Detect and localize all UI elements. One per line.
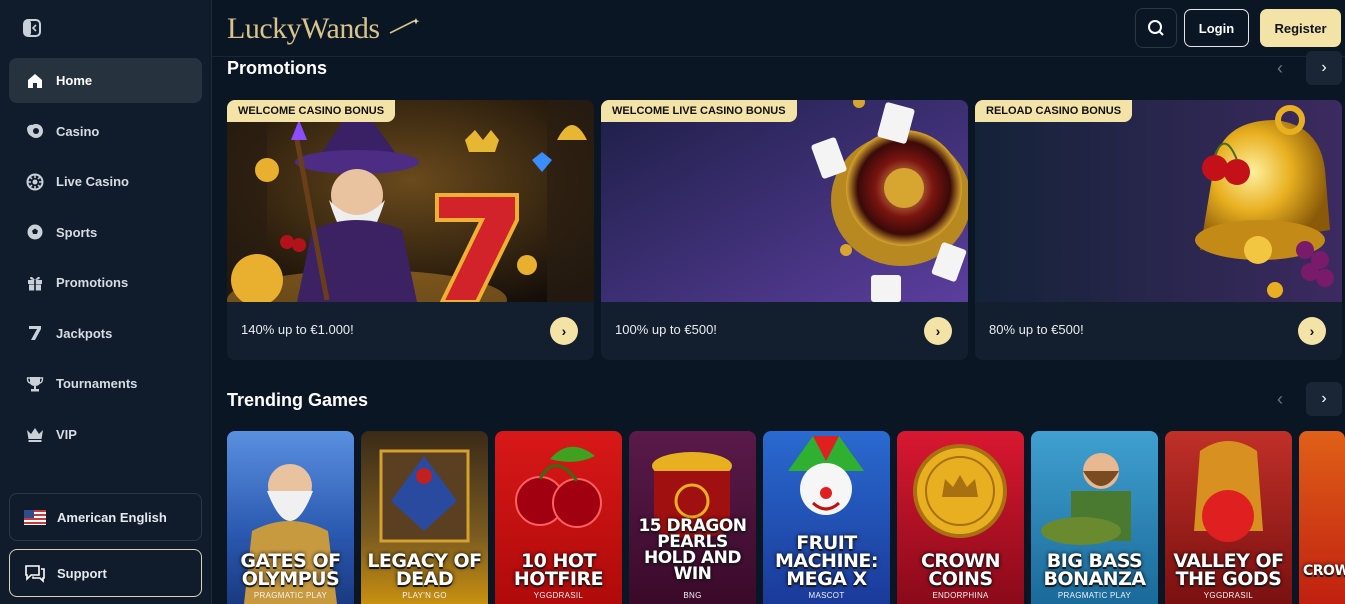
promo-tag: WELCOME LIVE CASINO BONUS [601, 100, 797, 122]
sidebar-item-label: Promotions [56, 275, 129, 290]
chevron-right-icon: › [1309, 323, 1315, 339]
game-card[interactable]: BIG BASS BONANZA PRAGMATIC PLAY [1031, 431, 1158, 604]
game-title: CROWN HOLD [1303, 563, 1345, 579]
game-title: 15 DRAGON PEARLS HOLD AND WIN [638, 516, 747, 584]
sidebar-item-label: Tournaments [56, 376, 138, 391]
support-label: Support [57, 565, 107, 581]
sidebar-item-home[interactable]: Home [9, 58, 202, 103]
seven-icon [25, 323, 45, 343]
chevron-left-icon: ‹ [1277, 57, 1283, 78]
trending-prev-button[interactable]: ‹ [1265, 384, 1295, 414]
game-title: BIG BASS BONANZA [1043, 550, 1146, 590]
sidebar-item-vip[interactable]: VIP [9, 412, 202, 457]
game-card[interactable]: CROWN COINS ENDORPHINA [897, 431, 1024, 604]
roulette-promo-image [601, 100, 968, 302]
sidebar-item-label: Live Casino [56, 174, 129, 189]
soccer-ball-icon [25, 222, 45, 242]
language-selector[interactable]: American English [9, 493, 202, 541]
game-title: GATES OF OLYMPUS [240, 550, 341, 590]
promo-text: 80% up to €500! [989, 322, 1084, 337]
promotions-next-button[interactable]: › [1306, 51, 1342, 85]
support-button[interactable]: Support [9, 549, 202, 597]
site-logo[interactable]: LuckyWands [227, 12, 380, 46]
us-flag-icon [24, 508, 46, 526]
game-card[interactable]: LEGACY OF DEAD PLAY'N GO [361, 431, 488, 604]
casino-chip-icon [25, 121, 45, 141]
game-provider: YGGDRASIL [1203, 591, 1254, 600]
promo-go-button[interactable]: › [1298, 317, 1326, 345]
game-card[interactable]: GATES OF OLYMPUS PRAGMATIC PLAY [227, 431, 354, 604]
game-provider: MASCOT [808, 591, 845, 600]
sidebar-item-label: Sports [56, 224, 98, 240]
game-title: CROWN COINS [920, 550, 1001, 590]
promo-go-button[interactable]: › [550, 317, 578, 345]
promo-card[interactable]: RELOAD CASINO BONUS 80% up to €500! › [975, 100, 1342, 360]
home-icon [25, 71, 45, 91]
game-card[interactable]: VALLEY OF THE GODS YGGDRASIL [1165, 431, 1292, 604]
chevron-left-icon: ‹ [1277, 388, 1283, 409]
game-card[interactable]: CROWN HOLD [1299, 431, 1345, 604]
game-title: VALLEY OF THE GODS [1173, 550, 1284, 590]
promo-text: 100% up to €500! [615, 322, 717, 337]
game-card[interactable]: 10 HOT HOTFIRE YGGDRASIL [495, 431, 622, 604]
game-title: FRUIT MACHINE: MEGA X [774, 532, 879, 590]
game-title: LEGACY OF DEAD [367, 550, 482, 590]
promo-go-button[interactable]: › [924, 317, 952, 345]
promo-text: 140% up to €1.000! [241, 322, 354, 337]
chat-bubble-icon [24, 564, 46, 583]
app-root: Home Casino Live Casino Sports Promotion… [0, 0, 1345, 604]
game-provider: ENDORPHINA [932, 591, 989, 600]
trophy-icon [25, 374, 45, 394]
game-provider: PRAGMATIC PLAY [253, 591, 328, 600]
sidebar-item-live-casino[interactable]: Live Casino [9, 159, 202, 204]
trending-next-button[interactable]: › [1306, 382, 1342, 416]
sidebar: Home Casino Live Casino Sports Promotion… [0, 0, 212, 604]
chevron-right-icon: › [1321, 390, 1327, 407]
game-card[interactable]: FRUIT MACHINE: MEGA X MASCOT [763, 431, 890, 604]
game-title: 10 HOT HOTFIRE [513, 550, 604, 590]
wand-icon [389, 18, 420, 34]
game-provider: BNG [683, 591, 702, 600]
promo-card[interactable]: WELCOME LIVE CASINO BONUS 100% up to €50… [601, 100, 968, 360]
promo-tag: RELOAD CASINO BONUS [975, 100, 1133, 122]
wizard-promo-image [227, 100, 594, 302]
sidebar-collapse-icon[interactable] [22, 18, 42, 38]
chevron-right-icon: › [561, 323, 567, 339]
sidebar-item-label: Home [56, 73, 93, 88]
sidebar-item-label: VIP [56, 426, 77, 442]
search-button[interactable] [1135, 8, 1177, 48]
promo-card[interactable]: WELCOME CASINO BONUS 140% up to €1.000! … [227, 100, 594, 360]
game-provider: YGGDRASIL [533, 591, 584, 600]
chevron-right-icon: › [1321, 59, 1327, 76]
promo-tag: WELCOME CASINO BONUS [227, 100, 396, 122]
sidebar-item-jackpots[interactable]: Jackpots [9, 311, 202, 356]
search-icon [1148, 20, 1164, 36]
language-label: American English [57, 509, 167, 525]
crown-icon [25, 424, 45, 444]
login-button[interactable]: Login [1184, 9, 1249, 47]
sidebar-item-label: Casino [56, 123, 100, 139]
roulette-icon [25, 172, 45, 192]
sidebar-item-casino[interactable]: Casino [9, 109, 202, 154]
sidebar-item-promotions[interactable]: Promotions [9, 260, 202, 305]
chevron-right-icon: › [935, 323, 941, 339]
promotions-prev-button[interactable]: ‹ [1265, 53, 1295, 83]
register-button[interactable]: Register [1260, 9, 1341, 47]
game-provider: PRAGMATIC PLAY [1057, 591, 1132, 600]
trending-games-heading: Trending Games [227, 390, 369, 410]
sidebar-nav: Home Casino Live Casino Sports Promotion… [9, 58, 202, 462]
promotions-heading: Promotions [227, 58, 328, 78]
sidebar-item-tournaments[interactable]: Tournaments [9, 361, 202, 406]
sidebar-item-label: Jackpots [56, 325, 113, 341]
game-card[interactable]: 15 DRAGON PEARLS HOLD AND WIN BNG [629, 431, 756, 604]
top-header: LuckyWands Login Register [212, 0, 1345, 57]
sidebar-item-sports[interactable]: Sports [9, 210, 202, 255]
gift-icon [25, 273, 45, 293]
game-provider: PLAY'N GO [402, 591, 447, 600]
bell-promo-image [975, 100, 1342, 302]
